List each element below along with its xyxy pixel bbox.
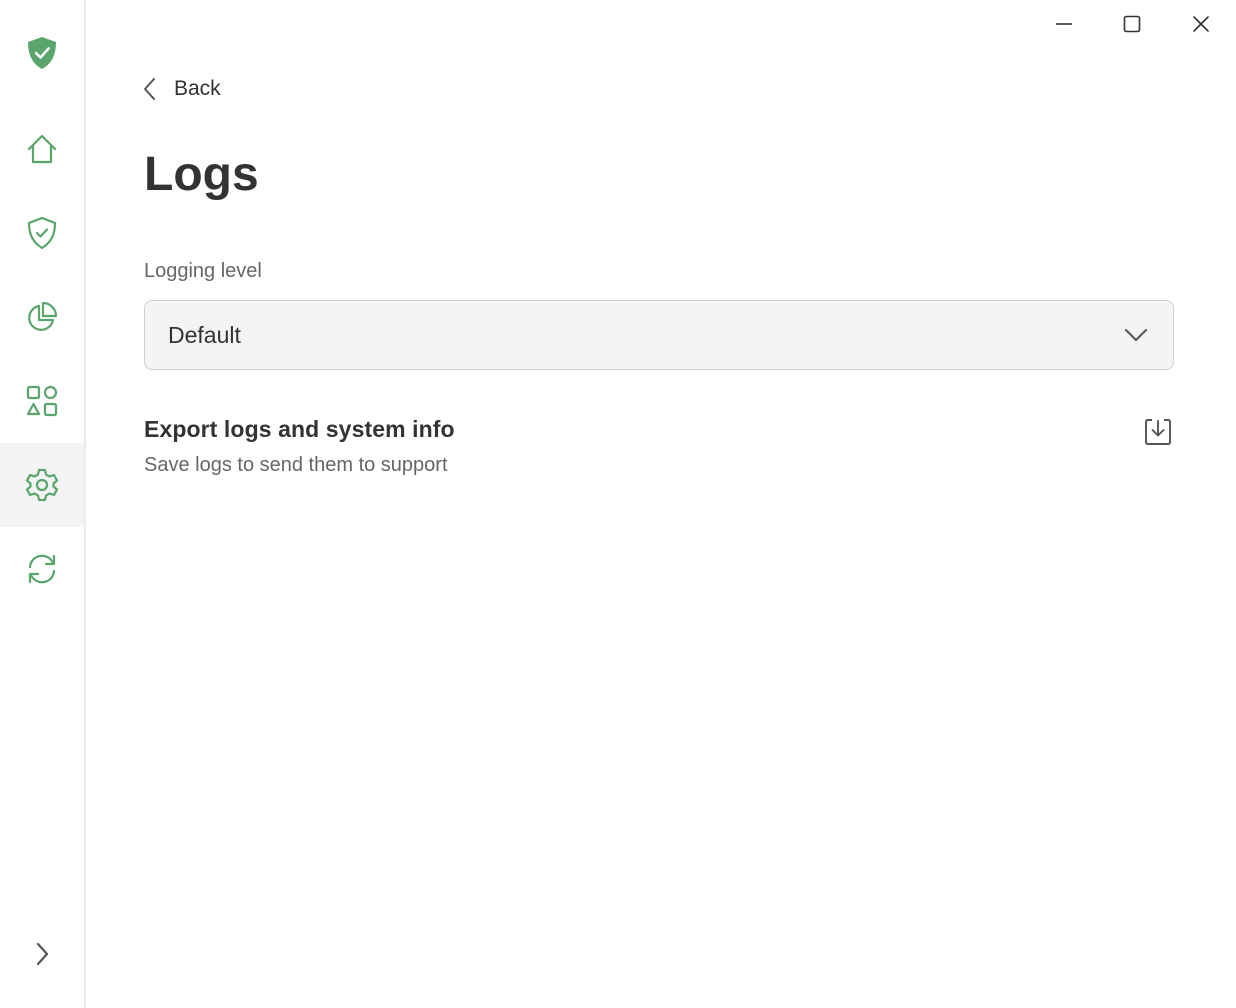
sidebar-item-home[interactable] bbox=[0, 107, 84, 191]
apps-icon bbox=[26, 385, 58, 417]
sidebar-expand-button[interactable] bbox=[0, 912, 84, 996]
sidebar bbox=[0, 0, 86, 1008]
export-logs-title: Export logs and system info bbox=[144, 416, 455, 442]
back-label: Back bbox=[174, 77, 221, 100]
close-button[interactable] bbox=[1178, 4, 1224, 44]
export-logs-description: Save logs to send them to support bbox=[144, 454, 448, 476]
minimize-button[interactable] bbox=[1041, 4, 1087, 44]
app-window: Back Logs Logging level Default Export l… bbox=[0, 0, 1236, 1008]
pie-chart-icon bbox=[28, 301, 58, 331]
chevron-down-icon bbox=[1125, 329, 1147, 341]
page-title: Logs bbox=[144, 148, 259, 201]
sidebar-item-update[interactable] bbox=[0, 527, 84, 611]
sidebar-item-statistics[interactable] bbox=[0, 275, 84, 359]
logging-level-value: Default bbox=[168, 321, 241, 348]
close-icon bbox=[1193, 16, 1209, 32]
shield-check-filled-icon bbox=[28, 37, 56, 69]
minimize-icon bbox=[1056, 23, 1072, 25]
sync-icon bbox=[28, 554, 56, 584]
sidebar-item-apps[interactable] bbox=[0, 359, 84, 443]
back-button[interactable]: Back bbox=[140, 70, 221, 108]
sidebar-item-protection[interactable] bbox=[0, 191, 84, 275]
home-icon bbox=[27, 134, 57, 164]
logging-level-label: Logging level bbox=[144, 260, 262, 282]
shield-check-icon bbox=[27, 216, 57, 250]
export-logs-button[interactable] bbox=[1140, 414, 1176, 450]
app-logo bbox=[0, 11, 84, 95]
chevron-left-icon bbox=[144, 78, 155, 100]
maximize-button[interactable] bbox=[1109, 4, 1155, 44]
chevron-right-icon bbox=[36, 942, 49, 966]
download-icon bbox=[1145, 419, 1171, 445]
maximize-icon bbox=[1123, 15, 1141, 33]
gear-icon bbox=[25, 468, 59, 502]
sidebar-item-settings[interactable] bbox=[0, 443, 84, 527]
logging-level-select[interactable]: Default bbox=[144, 300, 1174, 370]
